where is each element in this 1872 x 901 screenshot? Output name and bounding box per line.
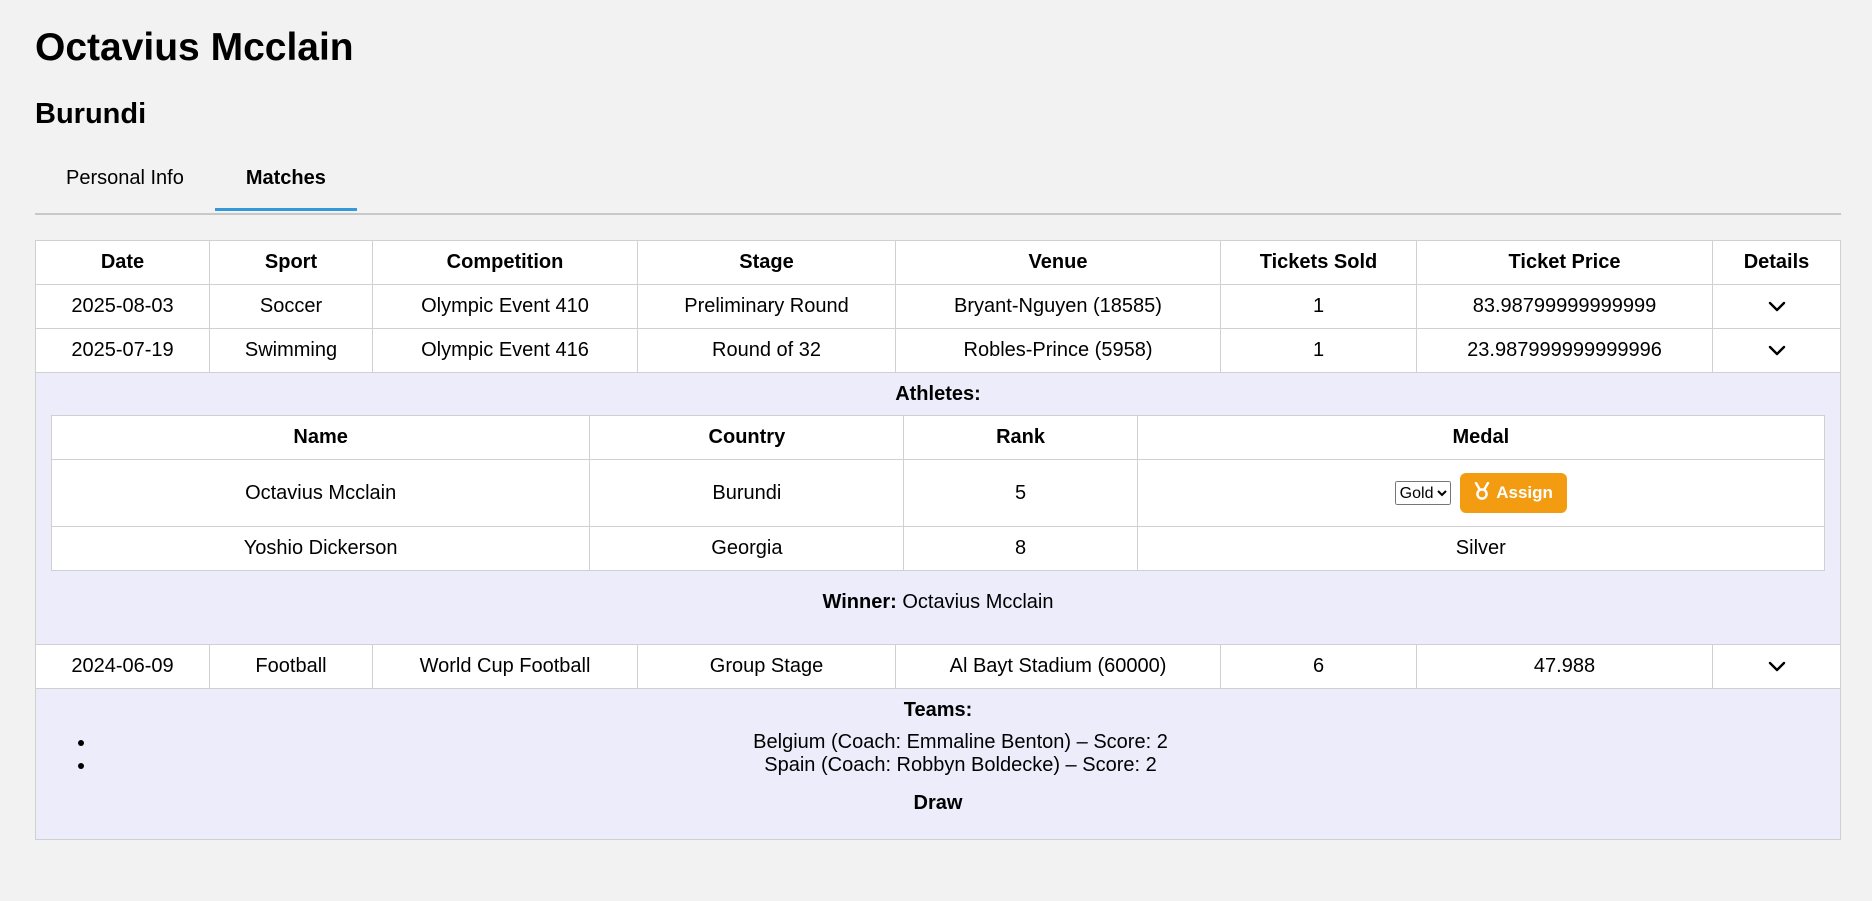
athlete-name-cell: Octavius Mcclain [50, 459, 591, 527]
table-row: 2025-07-19 Swimming Olympic Event 416 Ro… [35, 328, 1841, 373]
athlete-rank-cell: 5 [903, 459, 1138, 527]
swimming-details-panel: Athletes: Name Country Rank Medal Octavi… [35, 372, 1841, 645]
col-header-sport: Sport [209, 240, 373, 285]
medal-select[interactable]: Gold [1394, 481, 1451, 505]
page: Octavius Mcclain Burundi Personal Info M… [0, 0, 1872, 840]
cell-competition: World Cup Football [372, 644, 638, 689]
cell-ticket-price: 83.98799999999999 [1416, 284, 1713, 329]
tab-personal-info[interactable]: Personal Info [35, 145, 215, 211]
athlete-country-cell: Burundi [589, 459, 905, 527]
col-header-tickets-sold: Tickets Sold [1220, 240, 1417, 285]
cell-competition: Olympic Event 410 [372, 284, 638, 329]
cell-venue: Robles-Prince (5958) [895, 328, 1221, 373]
cell-tickets-sold: 1 [1220, 328, 1417, 373]
col-header-date: Date [35, 240, 210, 285]
athletes-col-rank: Rank [903, 415, 1138, 460]
matches-table: Date Sport Competition Stage Venue Ticke… [35, 240, 1841, 840]
athlete-row: Octavius Mcclain Burundi 5 Gold Assign [50, 459, 1826, 527]
athlete-country: Burundi [35, 98, 147, 130]
athlete-row: Yoshio Dickerson Georgia 8 Silver [50, 526, 1826, 571]
cell-venue: Bryant-Nguyen (18585) [895, 284, 1221, 329]
athletes-table: Name Country Rank Medal Octavius Mcclain… [50, 415, 1826, 571]
cell-venue: Al Bayt Stadium (60000) [895, 644, 1221, 689]
football-details-panel: Teams: Belgium (Coach: Emmaline Benton) … [35, 688, 1841, 840]
athlete-rank-cell: 8 [903, 526, 1138, 571]
cell-sport: Soccer [209, 284, 373, 329]
cell-ticket-price: 23.987999999999996 [1416, 328, 1713, 373]
list-item: Belgium (Coach: Emmaline Benton) – Score… [96, 731, 1825, 754]
athlete-country-cell: Georgia [589, 526, 905, 571]
athletes-col-name: Name [50, 415, 591, 460]
tab-matches[interactable]: Matches [214, 145, 357, 211]
table-header-row: Date Sport Competition Stage Venue Ticke… [35, 240, 1841, 285]
table-row: 2025-08-03 Soccer Olympic Event 410 Prel… [35, 284, 1841, 329]
col-header-competition: Competition [372, 240, 638, 285]
athletes-col-medal: Medal [1136, 415, 1826, 460]
match-result: Draw [913, 792, 963, 814]
cell-date: 2025-07-19 [35, 328, 210, 373]
cell-competition: Olympic Event 416 [372, 328, 638, 373]
tab-bar: Personal Info Matches [35, 145, 1841, 215]
cell-sport: Swimming [209, 328, 373, 373]
cell-details [1712, 644, 1841, 689]
athlete-medal-cell: Gold Assign [1136, 459, 1826, 527]
cell-details [1712, 284, 1841, 329]
athlete-medal-cell: Silver [1136, 526, 1826, 571]
chevron-down-icon[interactable] [1766, 656, 1788, 678]
cell-stage: Preliminary Round [637, 284, 896, 329]
athlete-name-cell: Yoshio Dickerson [50, 526, 591, 571]
cell-stage: Group Stage [637, 644, 896, 689]
col-header-stage: Stage [637, 240, 896, 285]
athlete-name: Octavius Mcclain [35, 26, 354, 69]
cell-date: 2025-08-03 [35, 284, 210, 329]
teams-title: Teams: [903, 699, 973, 721]
winner-line: Winner: Octavius Mcclain [51, 571, 1825, 644]
winner-name: Octavius Mcclain [902, 591, 1054, 613]
athletes-col-country: Country [589, 415, 905, 460]
cell-tickets-sold: 6 [1220, 644, 1417, 689]
chevron-down-icon[interactable] [1766, 296, 1788, 318]
list-item: Spain (Coach: Robbyn Boldecke) – Score: … [96, 754, 1825, 777]
chevron-down-icon[interactable] [1766, 340, 1788, 362]
medal-icon [1474, 481, 1490, 505]
col-header-details: Details [1712, 240, 1841, 285]
athletes-title: Athletes: [895, 383, 981, 405]
cell-ticket-price: 47.988 [1416, 644, 1713, 689]
athlete-header: Octavius Mcclain Burundi [35, 0, 1841, 145]
match-details-row: Athletes: Name Country Rank Medal Octavi… [35, 372, 1841, 645]
col-header-venue: Venue [895, 240, 1221, 285]
athletes-header-row: Name Country Rank Medal [50, 415, 1826, 460]
cell-date: 2024-06-09 [35, 644, 210, 689]
cell-stage: Round of 32 [637, 328, 896, 373]
winner-label: Winner: [822, 591, 897, 613]
match-details-row: Teams: Belgium (Coach: Emmaline Benton) … [35, 688, 1841, 840]
assign-medal-button[interactable]: Assign [1460, 473, 1567, 513]
teams-list: Belgium (Coach: Emmaline Benton) – Score… [51, 731, 1825, 777]
cell-details [1712, 328, 1841, 373]
assign-button-label: Assign [1496, 483, 1553, 502]
cell-tickets-sold: 1 [1220, 284, 1417, 329]
col-header-ticket-price: Ticket Price [1416, 240, 1713, 285]
cell-sport: Football [209, 644, 373, 689]
table-row: 2024-06-09 Football World Cup Football G… [35, 644, 1841, 689]
